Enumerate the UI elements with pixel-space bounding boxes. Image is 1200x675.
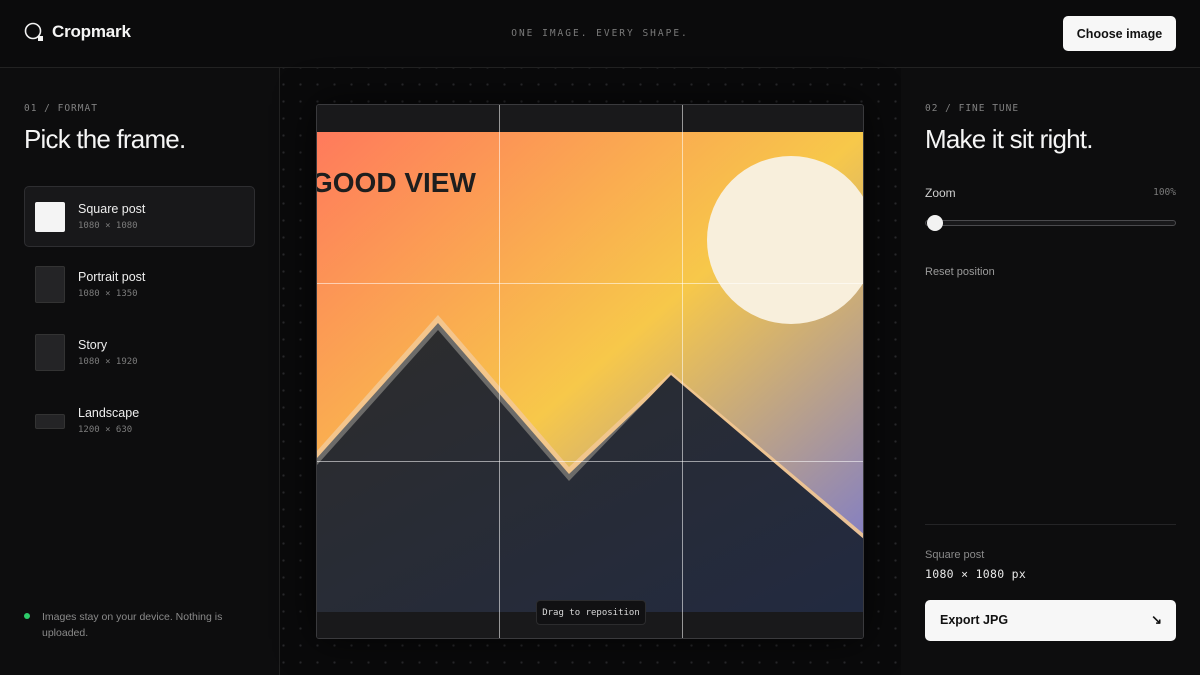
format-list: Square post 1080 × 1080 Portrait post 10…: [24, 186, 255, 458]
summary-format: Square post: [925, 549, 985, 561]
format-option-story[interactable]: Story 1080 × 1920: [24, 322, 255, 383]
drag-hint: Drag to reposition: [536, 600, 646, 625]
zoom-label: Zoom: [925, 186, 956, 200]
status-dot-icon: [24, 613, 30, 619]
zoom-value: 100%: [1153, 187, 1176, 198]
grid-line: [499, 105, 500, 638]
format-size: 1200 × 630: [78, 425, 133, 435]
choose-image-button[interactable]: Choose image: [1063, 16, 1176, 51]
fine-tune-kicker: 02 / FINE TUNE: [925, 103, 1020, 114]
fine-tune-title: Make it sit right.: [925, 124, 1093, 154]
format-title: Pick the frame.: [24, 124, 186, 154]
grid-line: [317, 461, 863, 462]
fine-tune-panel: 02 / FINE TUNE Make it sit right. Zoom 1…: [901, 68, 1200, 675]
square-frame-icon: [35, 202, 65, 232]
zoom-slider-track[interactable]: [925, 220, 1176, 226]
format-name: Landscape: [78, 406, 140, 420]
grid-line: [317, 283, 863, 284]
format-option-landscape[interactable]: Landscape 1200 × 630: [24, 390, 255, 451]
story-frame-icon: [35, 334, 65, 371]
format-option-portrait[interactable]: Portrait post 1080 × 1350: [24, 254, 255, 315]
format-name: Story: [78, 338, 108, 352]
crop-stage: GOOD VIEW Drag to reposition: [280, 68, 901, 675]
preview-image[interactable]: GOOD VIEW: [317, 105, 864, 639]
zoom-slider[interactable]: [925, 214, 1176, 232]
privacy-text: Images stay on your device. Nothing is u…: [42, 611, 223, 639]
format-size: 1080 × 1920: [78, 357, 138, 367]
zoom-slider-thumb[interactable]: [927, 215, 943, 231]
image-caption: GOOD VIEW: [317, 167, 476, 198]
app-header: Cropmark ONE IMAGE. EVERY SHAPE. Choose …: [0, 0, 1200, 68]
format-name: Square post: [78, 202, 146, 216]
format-option-square[interactable]: Square post 1080 × 1080: [24, 186, 255, 247]
grid-line: [682, 105, 683, 638]
tagline: ONE IMAGE. EVERY SHAPE.: [511, 28, 689, 39]
format-panel: 01 / FORMAT Pick the frame. Square post …: [0, 68, 280, 675]
portrait-frame-icon: [35, 266, 65, 303]
arrow-down-right-icon: ↘: [1151, 612, 1162, 627]
export-jpg-button[interactable]: Export JPG ↘: [925, 600, 1176, 641]
divider: [925, 524, 1176, 525]
summary-size: 1080 × 1080 px: [925, 567, 1027, 581]
landscape-frame-icon: [35, 414, 65, 429]
format-size: 1080 × 1080: [78, 221, 138, 231]
export-label: Export JPG: [940, 613, 1009, 627]
format-kicker: 01 / FORMAT: [24, 103, 98, 114]
format-size: 1080 × 1350: [78, 289, 138, 299]
reset-position-button[interactable]: Reset position: [925, 266, 995, 278]
format-name: Portrait post: [78, 270, 146, 284]
crop-frame[interactable]: GOOD VIEW: [316, 104, 864, 639]
privacy-note: Images stay on your device. Nothing is u…: [24, 609, 244, 641]
